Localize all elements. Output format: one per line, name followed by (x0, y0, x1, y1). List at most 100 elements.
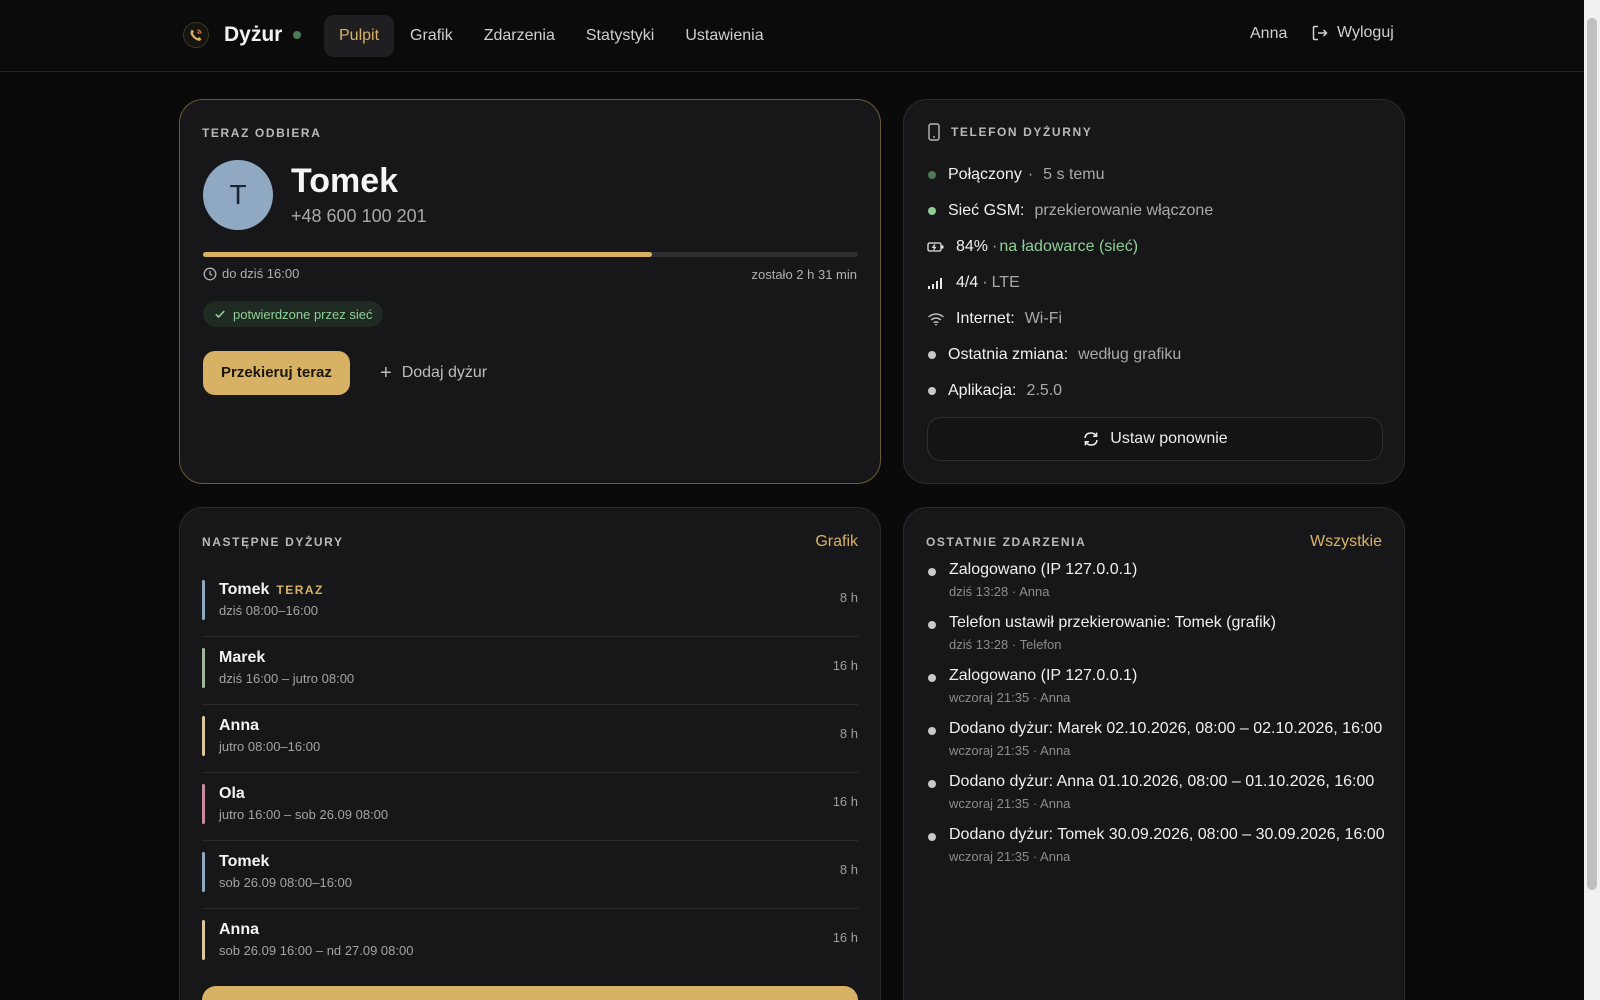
status-value: według grafiku (1078, 346, 1182, 363)
nav-item-zdarzenia[interactable]: Zdarzenia (469, 15, 570, 57)
status-label: Internet: (956, 310, 1015, 327)
shift-color-bar (202, 648, 205, 688)
shift-hours: 8 h (839, 862, 858, 877)
check-icon (215, 310, 225, 319)
status-badge-label: potwierdzone przez sieć (233, 306, 373, 322)
status-label: Połączony (948, 166, 1022, 183)
plus-icon: + (380, 361, 392, 384)
brand[interactable]: Dyżur (183, 22, 302, 48)
status-label: 84% (956, 238, 989, 255)
status-label: Ostatnia zmiana: (948, 346, 1069, 363)
status-separator: · (1027, 166, 1034, 183)
duty-phone-title: TELEFON DYŻURNY (951, 125, 1093, 139)
list-item[interactable]: Anna sob 26.09 16:00 – nd 27.09 08:00 16… (202, 909, 858, 977)
event-meta: wczoraj 21:35 · Anna (949, 849, 1071, 864)
shift-list: Tomek TERAZ dziś 08:00–16:00 8 h Marek dz… (202, 569, 858, 977)
recent-events-card: OSTATNIE ZDARZENIA Wszystkie Zalogowano … (903, 507, 1405, 1000)
current-user: Anna (1250, 25, 1288, 42)
status-signal: 4/4 · LTE (927, 265, 1387, 301)
status-value: LTE (991, 274, 1020, 291)
top-bar: Dyżur Pulpit Grafik Zdarzenia Statystyki… (0, 0, 1584, 72)
status-badge: potwierdzone przez sieć (203, 301, 384, 327)
list-item: Telefon ustawił przekierowanie: Tomek (g… (927, 614, 1387, 667)
shift-until-label: do dziś 16:00 (222, 266, 300, 281)
add-shift-button[interactable]: + Dodaj dyżur (380, 351, 487, 395)
schedule-link[interactable]: Grafik (815, 533, 858, 551)
shift-hours: 16 h (832, 930, 858, 945)
shift-color-bar (202, 920, 205, 960)
shift-person: Tomek TERAZ (219, 581, 324, 599)
shift-time: jutro 16:00 – sob 26.09 08:00 (219, 807, 389, 822)
event-meta: wczoraj 21:35 · Anna (949, 690, 1071, 705)
list-item: Zalogowano (IP 127.0.0.1) dziś 13:28 · A… (927, 561, 1387, 614)
event-title: Zalogowano (IP 127.0.0.1) (949, 667, 1138, 684)
now-answering-title: TERAZ ODBIERA (202, 126, 322, 140)
bottom-action-button[interactable] (202, 986, 858, 1000)
nav-item-statystyki[interactable]: Statystyki (571, 15, 669, 57)
list-item: Zalogowano (IP 127.0.0.1) wczoraj 21:35 … (927, 667, 1387, 720)
app-version-dot (928, 387, 936, 395)
event-dot (928, 674, 936, 682)
on-duty-name: Tomek (291, 162, 399, 200)
page-scrollbar[interactable] (1584, 0, 1600, 1000)
list-item: Dodano dyżur: Anna 01.10.2026, 08:00 – 0… (927, 773, 1387, 826)
status-value: przekierowanie włączone (1034, 202, 1214, 219)
time-remaining: zostało 2 h 31 min (751, 267, 857, 282)
nav-item-pulpit[interactable]: Pulpit (324, 15, 395, 57)
all-events-link[interactable]: Wszystkie (1310, 533, 1382, 551)
shift-progress-bar (203, 252, 858, 257)
event-title: Dodano dyżur: Tomek 30.09.2026, 08:00 – … (949, 826, 1385, 843)
last-change-dot (928, 351, 936, 359)
shift-time: sob 26.09 08:00–16:00 (219, 875, 353, 890)
shift-hours: 8 h (839, 726, 858, 741)
scrollbar-thumb[interactable] (1587, 18, 1597, 890)
shift-color-bar (202, 580, 205, 620)
status-value: 2.5.0 (1026, 382, 1063, 399)
shift-hours: 16 h (832, 658, 858, 673)
event-title: Dodano dyżur: Marek 02.10.2026, 08:00 – … (949, 720, 1383, 737)
add-shift-label: Dodaj dyżur (401, 364, 488, 381)
status-label: 4/4 (956, 274, 979, 291)
list-item[interactable]: Ola jutro 16:00 – sob 26.09 08:00 16 h (202, 773, 858, 841)
recent-events-title: OSTATNIE ZDARZENIA (926, 535, 1087, 549)
status-value: 5 s temu (1043, 166, 1105, 183)
shift-time: jutro 08:00–16:00 (219, 739, 321, 754)
shift-person-name: Anna (219, 717, 259, 734)
event-meta: wczoraj 21:35 · Anna (949, 796, 1071, 811)
status-last-change: Ostatnia zmiana: według grafiku (927, 337, 1387, 373)
logout-button[interactable]: Wyloguj (1311, 24, 1394, 42)
shift-time: sob 26.09 16:00 – nd 27.09 08:00 (219, 943, 414, 958)
event-dot (928, 727, 936, 735)
duty-phone-header: TELEFON DYŻURNY (927, 123, 1092, 141)
wifi-icon (927, 312, 949, 326)
phone-status-list: Połączony · 5 s temu Sieć GSM: przekiero… (927, 157, 1387, 409)
shift-person-name: Tomek (219, 853, 270, 870)
nav-item-ustawienia[interactable]: Ustawienia (670, 15, 778, 57)
clock-icon (203, 267, 217, 280)
status-battery: 84% · na ładowarce (sieć) (927, 229, 1387, 265)
forward-now-button[interactable]: Przekieruj teraz (203, 351, 350, 395)
event-dot (928, 568, 936, 576)
shift-person-name: Tomek (219, 581, 270, 598)
app-name: Dyżur (224, 23, 283, 46)
list-item[interactable]: Tomek TERAZ dziś 08:00–16:00 8 h (202, 569, 858, 637)
list-item[interactable]: Tomek sob 26.09 08:00–16:00 8 h (202, 841, 858, 909)
status-separator: · (982, 274, 988, 291)
reset-forwarding-label: Ustaw ponownie (1110, 430, 1228, 447)
gsm-dot (928, 207, 936, 215)
logout-label: Wyloguj (1337, 24, 1394, 41)
main-nav: Pulpit Grafik Zdarzenia Statystyki Ustaw… (324, 15, 780, 57)
event-dot (928, 833, 936, 841)
event-meta: dziś 13:28 · Anna (949, 584, 1050, 599)
list-item[interactable]: Anna jutro 08:00–16:00 8 h (202, 705, 858, 773)
reset-forwarding-button[interactable]: Ustaw ponownie (927, 417, 1383, 461)
battery-charging-icon (927, 241, 949, 253)
event-meta: wczoraj 21:35 · Anna (949, 743, 1071, 758)
nav-item-grafik[interactable]: Grafik (395, 15, 468, 57)
list-item: Dodano dyżur: Tomek 30.09.2026, 08:00 – … (927, 826, 1387, 879)
list-item[interactable]: Marek dziś 16:00 – jutro 08:00 16 h (202, 637, 858, 705)
now-answering-card: TERAZ ODBIERA T Tomek +48 600 100 201 do… (179, 99, 881, 484)
smartphone-icon (928, 123, 940, 141)
status-label: Sieć GSM: (948, 202, 1025, 219)
upcoming-shifts-title: NASTĘPNE DYŻURY (202, 535, 344, 549)
